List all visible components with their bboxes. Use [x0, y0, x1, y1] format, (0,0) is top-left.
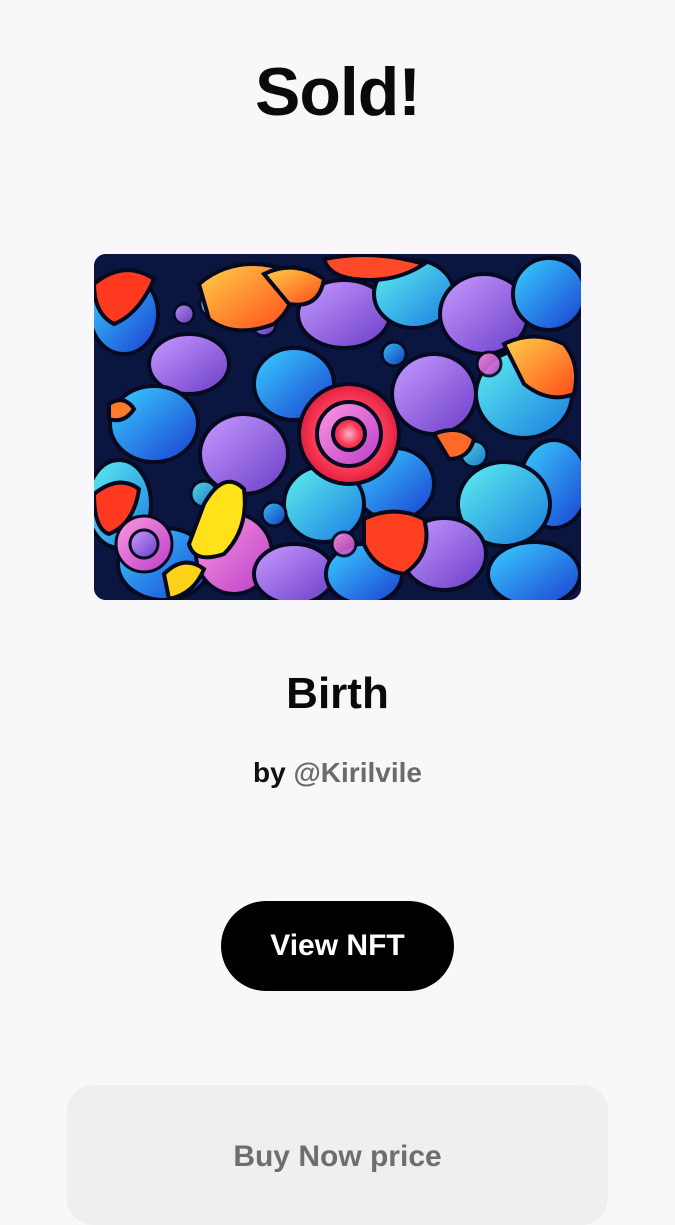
creator-handle-link[interactable]: @Kirilvile [294, 757, 422, 788]
page-title: Sold! [255, 54, 421, 130]
stained-glass-artwork-icon [94, 254, 581, 600]
buy-now-price-label: Buy Now price [233, 1140, 442, 1173]
nft-image[interactable] [94, 254, 581, 600]
buy-now-price-card: Buy Now price [67, 1085, 608, 1225]
view-nft-button[interactable]: View NFT [221, 901, 454, 991]
nft-title: Birth [286, 669, 389, 718]
creator-byline: by @Kirilvile [0, 755, 675, 791]
byline-prefix: by [253, 757, 286, 788]
